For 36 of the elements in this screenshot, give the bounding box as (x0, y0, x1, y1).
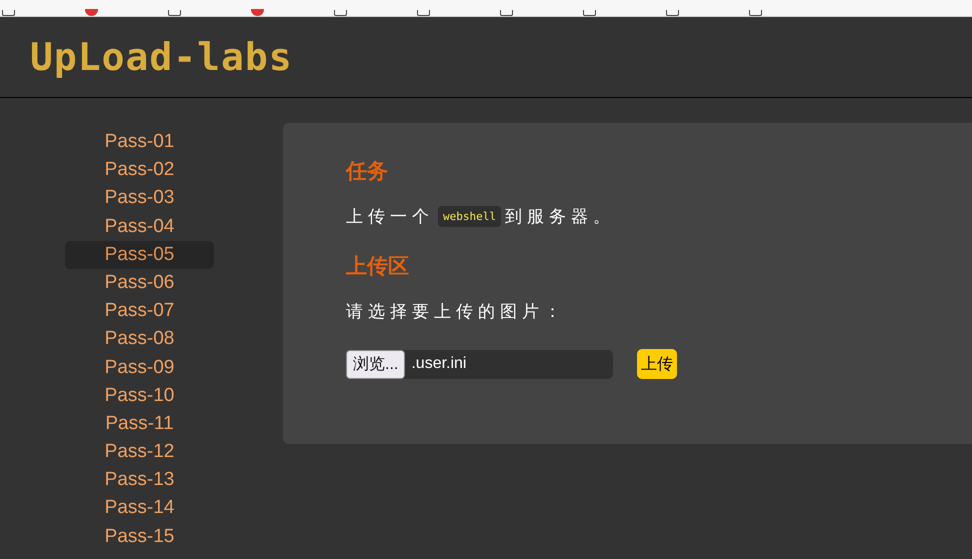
sidebar-item[interactable]: Pass-11 (65, 410, 214, 438)
upload-prompt: 请选择要上传的图片： (346, 301, 567, 323)
sidebar-item[interactable]: Pass-10 (65, 382, 214, 410)
sidebar-item[interactable]: Pass-07 (65, 297, 214, 326)
sidebar-item[interactable]: Pass-09 (65, 354, 214, 382)
bookmark-folder-icon[interactable] (583, 10, 596, 16)
sidebar-item[interactable]: Pass-14 (65, 494, 214, 523)
file-input[interactable]: 浏览... .user.ini (346, 350, 613, 378)
sidebar-item[interactable]: Pass-06 (65, 268, 214, 298)
sidebar-item[interactable]: Pass-03 (65, 184, 214, 213)
section-heading: 任务 (346, 159, 389, 185)
bookmark-folder-icon[interactable] (168, 10, 181, 16)
sidebar-item[interactable]: Pass-02 (65, 156, 214, 184)
bookmark-folder-icon[interactable] (500, 10, 513, 16)
bookmark-folder-icon[interactable] (666, 10, 679, 16)
task-text: 到服务器。 (504, 206, 615, 228)
task-text: 上传一个 (346, 206, 434, 228)
sidebar-item[interactable]: Pass-12 (65, 438, 214, 466)
browse-button[interactable]: 浏览... (346, 350, 406, 378)
sidebar-item[interactable]: Pass-13 (65, 466, 214, 494)
file-name: .user.ini (411, 355, 466, 373)
bookmark-site-icon[interactable] (251, 9, 264, 16)
bookmark-folder-icon[interactable] (417, 10, 430, 16)
section-heading: 上传区 (346, 254, 410, 280)
sidebar-item[interactable]: Pass-04 (65, 212, 214, 241)
sidebar-item[interactable]: Pass-15 (65, 522, 214, 551)
bookmark-site-icon[interactable] (85, 9, 98, 16)
bookmark-folder-icon[interactable] (749, 10, 762, 16)
site-logo[interactable]: UpLoad-labs (30, 35, 293, 79)
sidebar-item[interactable]: Pass-08 (65, 325, 214, 354)
bookmark-folder-icon[interactable] (334, 10, 347, 16)
sidebar-item[interactable]: Pass-01 (65, 128, 214, 156)
sidebar-item[interactable]: Pass-05 (65, 240, 214, 269)
upload-button[interactable]: 上传 (637, 349, 677, 379)
bookmark-folder-icon[interactable] (2, 10, 15, 16)
code-snippet: webshell (438, 206, 501, 227)
